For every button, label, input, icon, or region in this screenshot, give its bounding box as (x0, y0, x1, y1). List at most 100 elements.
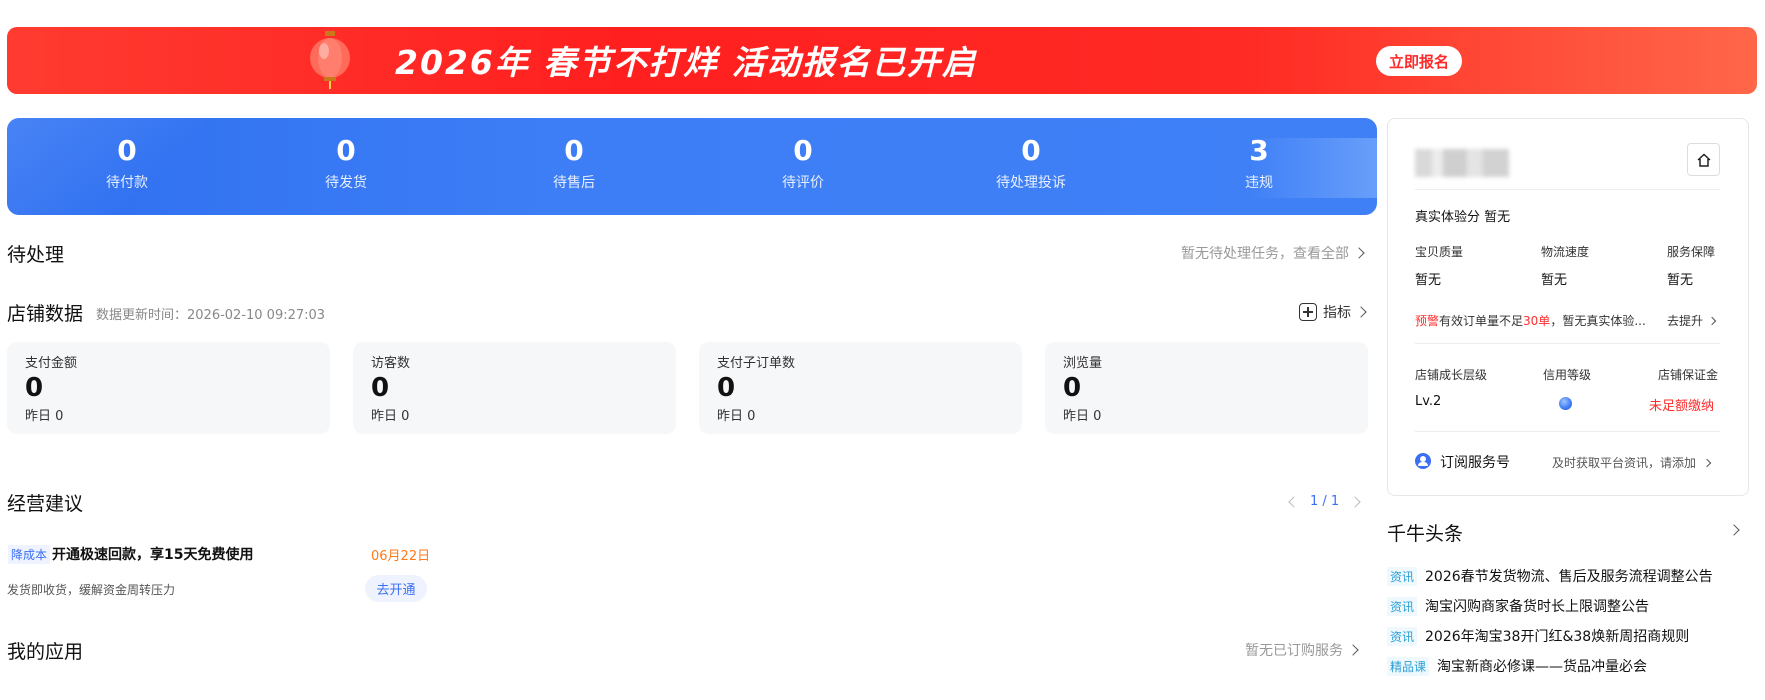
stat-pending-review[interactable]: 0 待评价 (723, 134, 883, 192)
pending-title: 待处理 (7, 244, 65, 266)
metric-label: 访客数 (371, 356, 411, 371)
stat-label: 待售后 (553, 175, 595, 191)
credit-label: 信用等级 (1543, 368, 1592, 382)
chevron-right-icon (1347, 644, 1359, 656)
lantern-icon (310, 31, 350, 89)
credit-level-icon (1559, 397, 1572, 410)
order-stats-bar: 0 待付款 0 待发货 0 待售后 0 待评价 0 待处理投诉 3 违规 (7, 118, 1377, 215)
home-button[interactable] (1687, 143, 1720, 176)
banner-title: 2026年 春节不打烊 活动报名已开启 (395, 43, 977, 82)
stat-label: 待发货 (325, 175, 367, 191)
warning-line: 预警有效订单量不足30单，暂无真实体验... (1415, 312, 1646, 329)
stat-value: 0 (1021, 134, 1041, 167)
warning-tag: 预警 (1415, 314, 1440, 328)
metric-value: 暂无 (1415, 273, 1442, 288)
metric-label: 服务保障 (1667, 245, 1716, 259)
plus-icon (1299, 303, 1317, 321)
indicator-label: 指标 (1323, 305, 1351, 321)
advice-tag: 降成本 (8, 545, 51, 564)
metric-card-visitors[interactable]: 访客数 0 昨日 0 (353, 342, 676, 434)
warning-text: 有效订单量不足 (1439, 314, 1524, 328)
chevron-right-icon (1702, 458, 1712, 467)
home-icon (1697, 153, 1711, 167)
subscribe-label[interactable]: 订阅服务号 (1440, 452, 1510, 472)
news-text: 2026年淘宝38开门红&38焕新周招商规则 (1425, 629, 1690, 645)
stat-violations[interactable]: 3 违规 (1179, 134, 1339, 192)
metric-label: 物流速度 (1541, 245, 1590, 259)
pending-link-label: 暂无待处理任务，查看全部 (1181, 246, 1349, 262)
news-text: 淘宝新商必修课——货品冲量必会 (1437, 659, 1648, 675)
stat-label: 违规 (1245, 175, 1273, 191)
metric-yesterday: 昨日 0 (25, 409, 64, 424)
shop-profile-panel: 真实体验分 暂无 宝贝质量 物流速度 服务保障 暂无 暂无 暂无 预警有效订单量… (1387, 118, 1749, 496)
stat-value: 3 (1249, 134, 1269, 167)
apps-link[interactable]: 暂无已订购服务 (1245, 640, 1359, 660)
promo-banner[interactable]: 2026年 春节不打烊 活动报名已开启 立即报名 (7, 27, 1757, 94)
warning-text-rest: ，暂无真实体验... (1550, 314, 1646, 328)
metric-card-payment[interactable]: 支付金额 0 昨日 0 (7, 342, 330, 434)
stat-value: 0 (336, 134, 356, 167)
data-update-time: 数据更新时间：2026-02-10 09:27:03 (96, 308, 326, 323)
subscribe-hint: 及时获取平台资讯，请添加 (1552, 456, 1697, 470)
advice-item-date: 06月22日 (371, 549, 431, 564)
chevron-right-icon[interactable] (1349, 495, 1361, 508)
advice-title: 经营建议 (7, 493, 84, 515)
metric-value: 暂无 (1667, 273, 1694, 288)
metric-label: 支付子订单数 (717, 356, 796, 371)
deposit-status[interactable]: 未足额缴纳 (1649, 395, 1714, 414)
indicator-button[interactable]: 指标 (1299, 302, 1367, 322)
stat-value: 0 (793, 134, 813, 167)
metric-card-orders[interactable]: 支付子订单数 0 昨日 0 (699, 342, 1022, 434)
news-item[interactable]: 资讯 淘宝闪购商家备货时长上限调整公告 (1387, 596, 1649, 616)
apps-title: 我的应用 (7, 641, 84, 663)
news-tag: 精品课 (1387, 656, 1430, 676)
news-item[interactable]: 资讯 2026春节发货物流、售后及服务流程调整公告 (1387, 566, 1713, 586)
user-circle-icon (1415, 453, 1431, 469)
stat-pending-shipment[interactable]: 0 待发货 (266, 134, 426, 192)
metric-value: 暂无 (1541, 273, 1568, 288)
experience-score[interactable]: 真实体验分 暂无 (1415, 206, 1510, 225)
metric-card-pageviews[interactable]: 浏览量 0 昨日 0 (1045, 342, 1368, 434)
metric-yesterday: 昨日 0 (371, 409, 410, 424)
stat-pending-aftersale[interactable]: 0 待售后 (494, 134, 654, 192)
metric-yesterday: 昨日 0 (1063, 409, 1102, 424)
stat-label: 待评价 (782, 175, 824, 191)
metric-value: 0 (1063, 373, 1082, 403)
news-item[interactable]: 资讯 2026年淘宝38开门红&38焕新周招商规则 (1387, 626, 1689, 646)
view-all-pending-link[interactable]: 暂无待处理任务，查看全部 (1181, 243, 1365, 263)
divider (1415, 431, 1720, 432)
chevron-right-icon (1707, 316, 1717, 325)
metric-value: 0 (25, 373, 44, 403)
warning-count: 30单 (1523, 314, 1551, 328)
stat-value: 0 (564, 134, 584, 167)
deposit-label: 店铺保证金 (1658, 368, 1719, 382)
stat-value: 0 (117, 134, 137, 167)
news-tag: 资讯 (1387, 596, 1418, 616)
news-title: 千牛头条 (1387, 523, 1464, 545)
news-text: 淘宝闪购商家备货时长上限调整公告 (1425, 599, 1650, 615)
stat-pending-payment[interactable]: 0 待付款 (47, 134, 207, 192)
improve-link[interactable]: 去提升 (1667, 312, 1717, 329)
stat-label: 待处理投诉 (996, 175, 1066, 191)
improve-label: 去提升 (1667, 314, 1704, 328)
growth-label: 店铺成长层级 (1415, 368, 1488, 382)
stat-label: 待付款 (106, 175, 148, 191)
shop-name-blurred (1415, 149, 1509, 177)
news-tag: 资讯 (1387, 566, 1418, 586)
metric-label: 支付金额 (25, 356, 78, 371)
metric-yesterday: 昨日 0 (717, 409, 756, 424)
advice-pager: 1 / 1 (1288, 494, 1361, 509)
apps-link-label: 暂无已订购服务 (1245, 643, 1343, 659)
subscribe-link[interactable]: 及时获取平台资讯，请添加 (1552, 454, 1712, 471)
activate-button[interactable]: 去开通 (365, 575, 427, 602)
chevron-right-icon[interactable] (1728, 524, 1740, 536)
signup-button[interactable]: 立即报名 (1376, 46, 1462, 76)
chevron-right-icon (1353, 247, 1365, 259)
stat-pending-complaint[interactable]: 0 待处理投诉 (951, 134, 1111, 192)
advice-item-desc: 发货即收货，缓解资金周转压力 (7, 583, 176, 597)
chevron-left-icon[interactable] (1288, 495, 1300, 508)
news-item[interactable]: 精品课 淘宝新商必修课——货品冲量必会 (1387, 656, 1647, 676)
advice-item-title[interactable]: 开通极速回款，享15天免费使用 (52, 544, 253, 564)
page-indicator: 1 / 1 (1310, 494, 1340, 509)
divider (1415, 189, 1720, 190)
